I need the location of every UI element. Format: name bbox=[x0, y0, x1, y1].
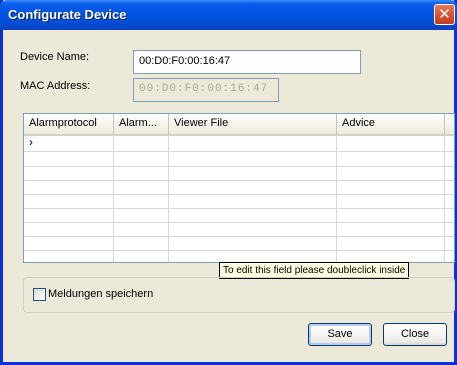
column-header-alarm[interactable]: Alarm... bbox=[114, 114, 169, 134]
mac-address-input: 00:D0:F0:00:16:47 bbox=[133, 78, 279, 102]
grid-column-line bbox=[113, 136, 114, 262]
configurate-device-dialog: Configurate Device ✕ Device Name: 00:D0:… bbox=[0, 0, 457, 365]
save-messages-checkbox[interactable] bbox=[33, 288, 46, 301]
alarm-grid[interactable]: Alarmprotocol Alarm... Viewer File Advic… bbox=[23, 113, 455, 263]
grid-row-line bbox=[24, 208, 454, 209]
title-bar[interactable]: Configurate Device ✕ bbox=[0, 0, 457, 30]
current-row-indicator: › bbox=[29, 135, 33, 149]
grid-row-line bbox=[24, 236, 454, 237]
column-header-alarmprotocol[interactable]: Alarmprotocol bbox=[24, 114, 114, 134]
grid-row-line bbox=[24, 166, 454, 167]
mac-address-label: MAC Address: bbox=[20, 80, 91, 92]
window-close-button[interactable]: ✕ bbox=[434, 4, 455, 25]
close-icon: ✕ bbox=[438, 6, 451, 23]
grid-row-line bbox=[24, 222, 454, 223]
save-messages-label[interactable]: Meldungen speichern bbox=[48, 288, 153, 300]
grid-row-line bbox=[24, 151, 454, 152]
column-header-advice[interactable]: Advice bbox=[337, 114, 445, 134]
grid-header: Alarmprotocol Alarm... Viewer File Advic… bbox=[24, 114, 454, 136]
grid-column-line bbox=[336, 136, 337, 262]
device-name-input[interactable]: 00:D0:F0:00:16:47 bbox=[133, 50, 361, 74]
save-button[interactable]: Save bbox=[308, 323, 372, 346]
close-button[interactable]: Close bbox=[383, 323, 447, 346]
column-header-viewer-file[interactable]: Viewer File bbox=[169, 114, 337, 134]
window-title: Configurate Device bbox=[8, 7, 127, 22]
grid-column-line bbox=[168, 136, 169, 262]
grid-row-line bbox=[24, 250, 454, 251]
device-name-label: Device Name: bbox=[20, 51, 90, 63]
grid-row-line bbox=[24, 194, 454, 195]
grid-column-line bbox=[444, 136, 445, 262]
grid-row-line bbox=[24, 180, 454, 181]
